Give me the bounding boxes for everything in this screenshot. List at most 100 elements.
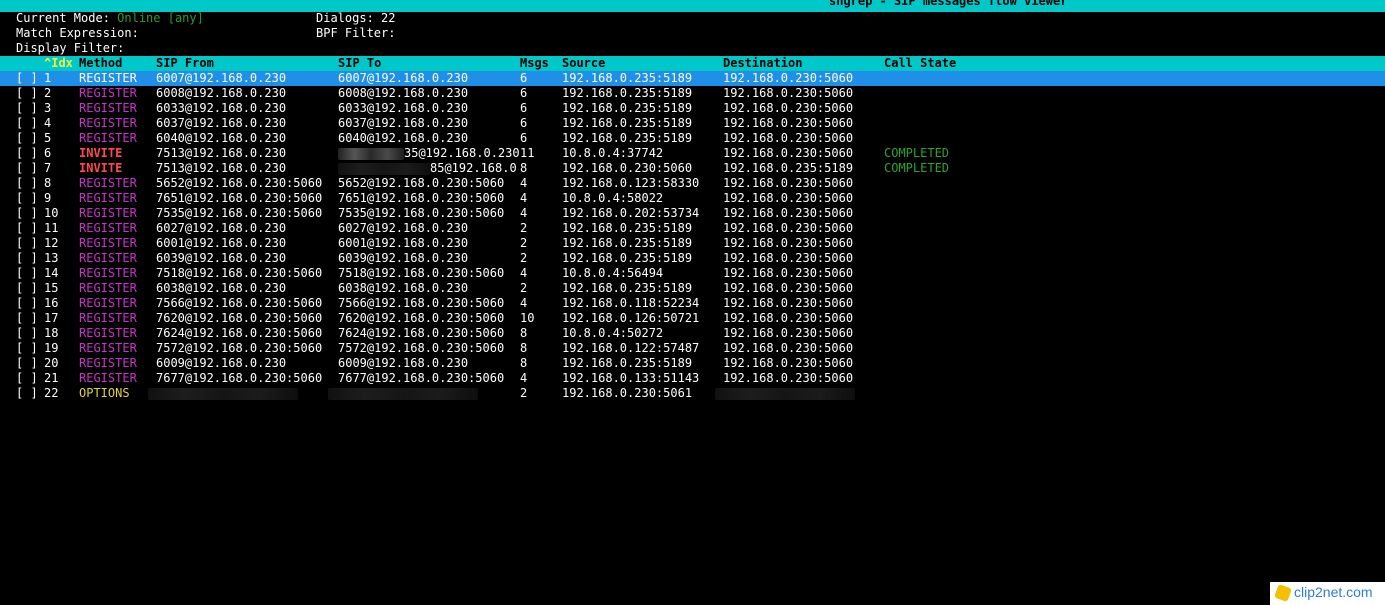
row-destination: 192.168.0.230:5060 [723,326,854,340]
table-row[interactable]: [ ] 8 REGISTER 5652@192.168.0.230:5060 5652@… [0,176,1385,191]
row-method: REGISTER [79,191,137,205]
row-idx: 13 [44,251,59,265]
row-source: 192.168.0.118:52234 [562,296,700,310]
row-sip-from: 7566@192.168.0.230:5060 [156,296,323,310]
table-row[interactable]: [ ] 15 REGISTER 6038@192.168.0.230 6038@192.… [0,281,1385,296]
table-row[interactable]: [ ] 3 REGISTER 6033@192.168.0.230 6033@192.1… [0,101,1385,116]
row-source: 10.8.0.4:37742 [562,146,664,160]
row-sip-to: 7572@192.168.0.230:5060 [338,341,505,355]
row-source: 192.168.0.123:58330 [562,176,700,190]
current-mode: Current Mode: Online [any] [16,11,204,26]
row-checkbox[interactable]: [ ] [16,101,38,116]
row-source: 192.168.0.235:5189 [562,86,693,100]
row-destination: 192.168.0.230:5060 [723,371,854,385]
table-header: ^Idx Method SIP From SIP To Msgs Source … [0,56,1385,71]
row-method: REGISTER [79,311,137,325]
row-checkbox[interactable]: [ ] [16,296,38,311]
column-idx[interactable]: ^Idx [44,56,73,71]
row-destination: 192.168.0.230:5060 [723,191,854,205]
row-checkbox[interactable]: [ ] [16,281,38,296]
row-checkbox[interactable]: [ ] [16,206,38,221]
row-msgs: 8 [520,356,528,370]
table-row[interactable]: [ ] 20 REGISTER 6009@192.168.0.230 6009@192.… [0,356,1385,371]
row-checkbox[interactable]: [ ] [16,191,38,206]
table-row[interactable]: [ ] 12 REGISTER 6001@192.168.0.230 6001@192.… [0,236,1385,251]
row-checkbox[interactable]: [ ] [16,311,38,326]
table-row[interactable]: [ ] 14 REGISTER 7518@192.168.0.230:5060 7518… [0,266,1385,281]
table-row[interactable]: [ ] 10 REGISTER 7535@192.168.0.230:5060 7535… [0,206,1385,221]
row-destination: 192.168.0.230:5060 [723,86,854,100]
row-sip-to: 6038@192.168.0.230 [338,281,469,295]
row-checkbox[interactable]: [ ] [16,251,38,266]
row-sip-from: 7620@192.168.0.230:5060 [156,311,323,325]
column-sip-from[interactable]: SIP From [156,56,214,71]
row-method: REGISTER [79,296,137,310]
table-row[interactable]: [ ] 6 INVITE 7513@192.168.0.230 35@192.168.0… [0,146,1385,161]
column-destination[interactable]: Destination [723,56,802,71]
row-checkbox[interactable]: [ ] [16,71,38,86]
row-destination: 192.168.0.230:5060 [723,131,854,145]
table-row[interactable]: [ ] 13 REGISTER 6039@192.168.0.230 6039@192.… [0,251,1385,266]
row-checkbox[interactable]: [ ] [16,116,38,131]
row-msgs: 2 [520,236,528,250]
column-sip-to[interactable]: SIP To [338,56,381,71]
row-idx: 19 [44,341,59,355]
row-idx: 8 [44,176,52,190]
row-source: 192.168.0.235:5189 [562,356,693,370]
row-sip-to: 7624@192.168.0.230:5060 [338,326,505,340]
row-checkbox[interactable]: [ ] [16,386,38,401]
row-checkbox[interactable]: [ ] [16,176,38,191]
table-row[interactable]: [ ] 1 REGISTER 6007@192.168.0.230 6007@192.1… [0,71,1385,86]
row-checkbox[interactable]: [ ] [16,131,38,146]
display-filter-label[interactable]: Display Filter: [16,41,124,56]
table-row[interactable]: [ ] 2 REGISTER 6008@192.168.0.230 6008@192.1… [0,86,1385,101]
row-sip-from: 7513@192.168.0.230 [156,161,287,175]
match-expression-label[interactable]: Match Expression: [16,26,139,41]
column-call-state[interactable]: Call State [884,56,956,71]
row-checkbox[interactable]: [ ] [16,371,38,386]
row-checkbox[interactable]: [ ] [16,146,38,161]
row-method: REGISTER [79,101,137,115]
row-method: INVITE [79,161,123,175]
row-checkbox[interactable]: [ ] [16,86,38,101]
table-row[interactable]: [ ] 9 REGISTER 7651@192.168.0.230:5060 7651@… [0,191,1385,206]
row-call-state: COMPLETED [884,161,950,175]
row-checkbox[interactable]: [ ] [16,221,38,236]
row-msgs: 4 [520,176,528,190]
row-source: 192.168.0.235:5189 [562,236,693,250]
row-sip-to: 6037@192.168.0.230 [338,116,469,130]
bpf-filter-label[interactable]: BPF Filter: [316,26,395,41]
row-checkbox[interactable]: [ ] [16,266,38,281]
row-source: 192.168.0.230:5061 [562,386,693,400]
row-destination: 192.168.0.230:5060 [723,176,854,190]
row-msgs: 4 [520,296,528,310]
table-row[interactable]: [ ] 5 REGISTER 6040@192.168.0.230 6040@192.1… [0,131,1385,146]
row-sip-to: 6039@192.168.0.230 [338,251,469,265]
row-checkbox[interactable]: [ ] [16,161,38,176]
table-row[interactable]: [ ] 21 REGISTER 7677@192.168.0.230:5060 7677… [0,371,1385,386]
table-row[interactable]: [ ] 7 INVITE 7513@192.168.0.230 85@192.168.0… [0,161,1385,176]
column-method[interactable]: Method [79,56,122,71]
row-checkbox[interactable]: [ ] [16,356,38,371]
row-source: 192.168.0.126:50721 [562,311,700,325]
row-method: INVITE [79,146,123,160]
column-source[interactable]: Source [562,56,605,71]
row-checkbox[interactable]: [ ] [16,341,38,356]
table-row[interactable]: [ ] 11 REGISTER 6027@192.168.0.230 6027@192.… [0,221,1385,236]
table-row[interactable]: [ ] 22 OPTIONS 2 192.168.0.230:5061 [0,386,1385,401]
table-row[interactable]: [ ] 16 REGISTER 7566@192.168.0.230:5060 7566… [0,296,1385,311]
row-idx: 10 [44,206,59,220]
row-sip-from: 6040@192.168.0.230 [156,131,287,145]
table-row[interactable]: [ ] 19 REGISTER 7572@192.168.0.230:5060 7572… [0,341,1385,356]
row-checkbox[interactable]: [ ] [16,326,38,341]
row-destination: 192.168.0.230:5060 [723,341,854,355]
table-row[interactable]: [ ] 4 REGISTER 6037@192.168.0.230 6037@192.1… [0,116,1385,131]
app-title: sngrep - SIP messages flow viewer [829,0,1068,8]
column-msgs[interactable]: Msgs [520,56,549,71]
row-checkbox[interactable]: [ ] [16,236,38,251]
row-idx: 1 [44,71,52,85]
row-sip-to: 85@192.168.0 [338,161,517,176]
row-msgs: 2 [520,281,528,295]
table-row[interactable]: [ ] 18 REGISTER 7624@192.168.0.230:5060 7624… [0,326,1385,341]
table-row[interactable]: [ ] 17 REGISTER 7620@192.168.0.230:5060 7620… [0,311,1385,326]
